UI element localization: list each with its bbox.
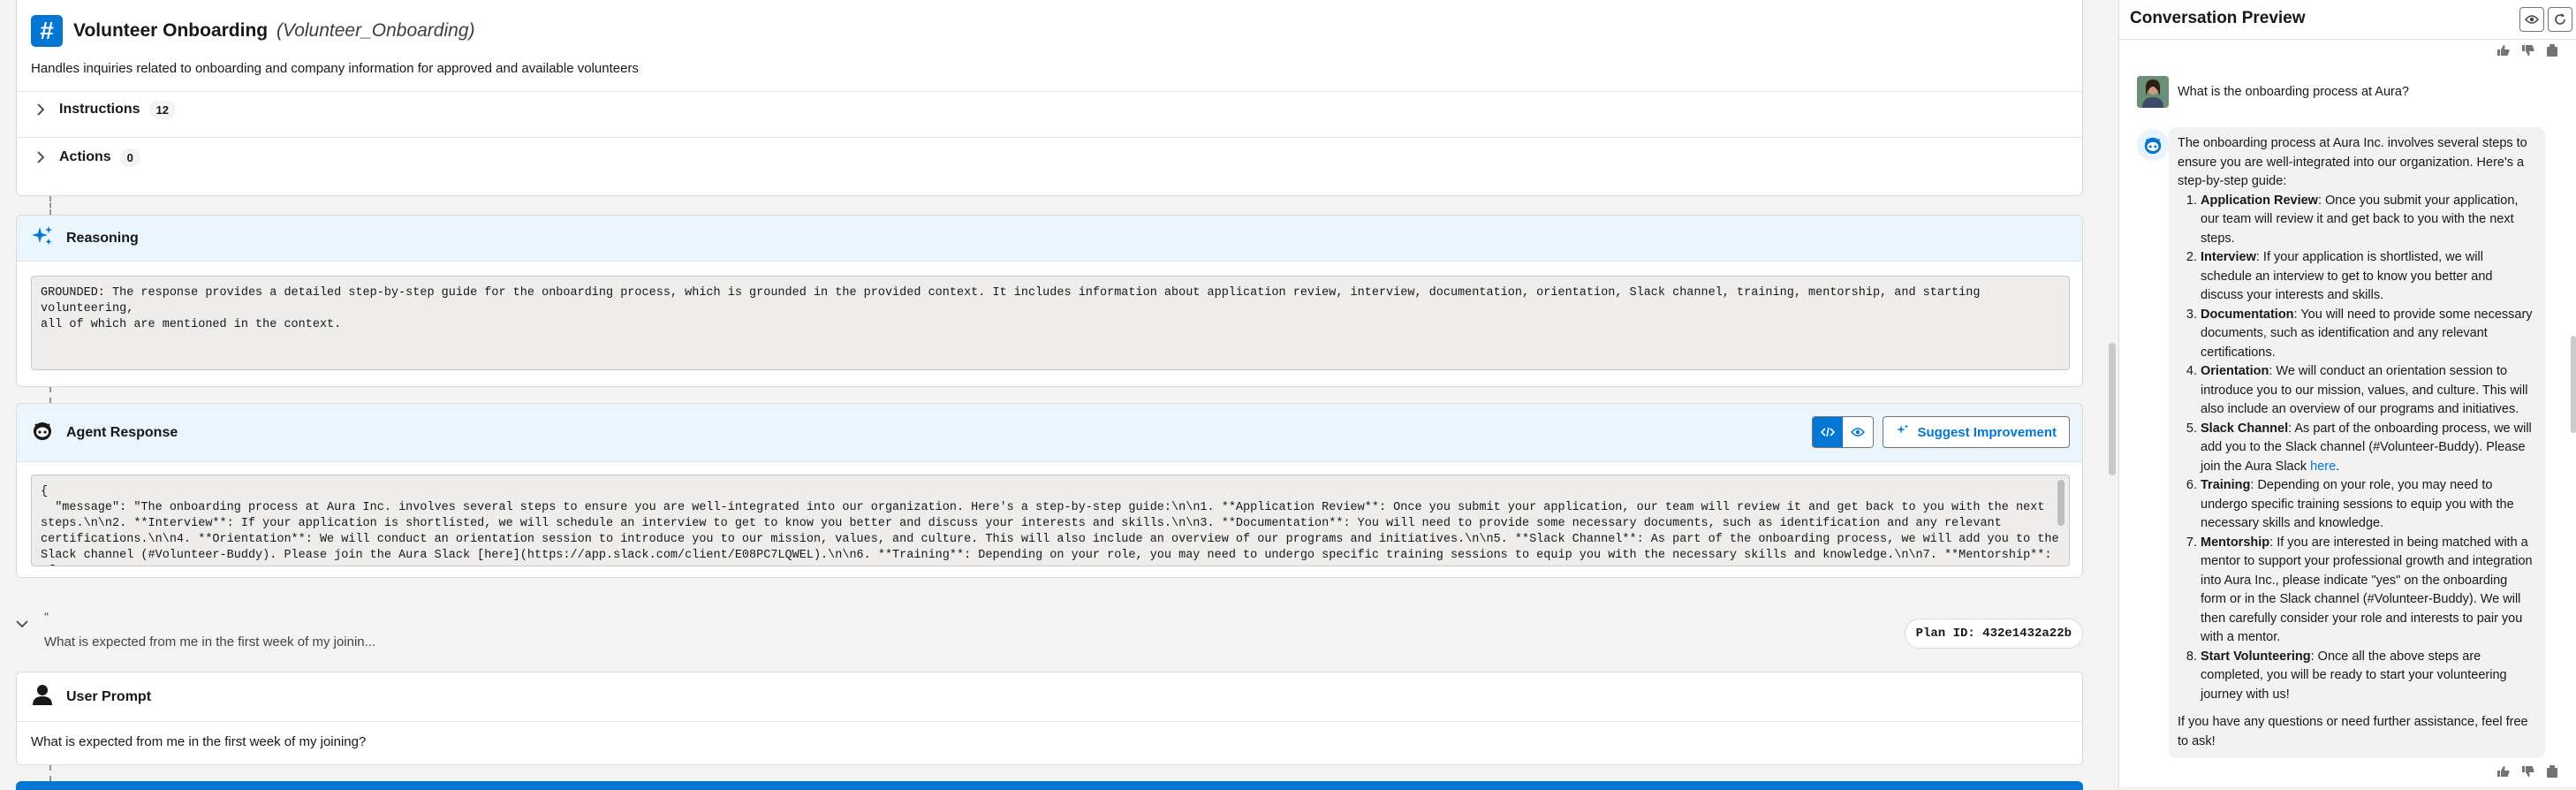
list-item: Interview: If your application is shortl… — [2201, 248, 2536, 306]
reasoning-title: Reasoning — [66, 230, 139, 246]
topic-name: Volunteer Onboarding — [73, 20, 269, 41]
agent-icon — [31, 419, 54, 446]
thumbs-down-icon[interactable] — [2521, 44, 2535, 60]
page-scroll-thumb[interactable] — [2109, 343, 2116, 475]
topic-detail-column: # Volunteer Onboarding (Volunteer_Onboar… — [0, 0, 2102, 790]
slack-link[interactable]: here — [2310, 460, 2336, 474]
flow-connector — [49, 387, 51, 403]
divider — [17, 91, 2082, 92]
agent-response-card: Agent Response Suggest Improvement {"me… — [16, 403, 2083, 578]
actions-count-badge: 0 — [119, 148, 140, 167]
textarea-scrollbar[interactable] — [2057, 480, 2065, 526]
list-item: Orientation: We will conduct an orientat… — [2201, 362, 2536, 420]
agent-response-header: Agent Response Suggest Improvement — [17, 404, 2082, 462]
flow-connector — [49, 765, 51, 781]
bot-message-bubble: The onboarding process at Aura Inc. invo… — [2169, 127, 2545, 758]
user-message: What is the onboarding process at Aura? — [2137, 76, 2570, 120]
panel-header: Conversation Preview — [2119, 0, 2576, 40]
bot-intro: The onboarding process at Aura Inc. invo… — [2178, 136, 2527, 188]
response-actions: Suggest Improvement — [1812, 416, 2070, 448]
panel-header-buttons — [2519, 7, 2572, 32]
topic-description: Handles inquiries related to onboarding … — [31, 61, 639, 76]
agent-icon — [2137, 129, 2169, 161]
refresh-icon[interactable] — [2548, 7, 2572, 32]
panel-scrollbar[interactable] — [2571, 336, 2576, 433]
copy-icon[interactable] — [2546, 44, 2558, 60]
chevron-down-icon[interactable] — [16, 617, 28, 632]
instructions-toggle[interactable]: Instructions 12 — [31, 100, 177, 119]
copy-icon[interactable] — [2546, 765, 2558, 781]
plan-id-badge: Plan ID: 432e1432a22b — [1904, 619, 2083, 649]
onboarding-steps-list: Application Review: Once you submit your… — [2178, 192, 2536, 705]
user-message-text: What is the onboarding process at Aura? — [2178, 85, 2409, 99]
list-item: Application Review: Once you submit your… — [2201, 192, 2536, 249]
reasoning-textarea[interactable]: GROUNDED: The response provides a detail… — [31, 276, 2070, 370]
list-item: Training: Depending on your role, you ma… — [2201, 476, 2536, 534]
list-item: Slack Channel: As part of the onboarding… — [2201, 420, 2536, 477]
user-icon — [31, 683, 54, 710]
user-prompt-card: User Prompt What is expected from me in … — [16, 672, 2083, 765]
page-scrollbar[interactable] — [2106, 0, 2118, 787]
hash-icon: # — [31, 15, 63, 47]
agent-response-textarea[interactable]: { "message": "The onboarding process at … — [31, 475, 2070, 566]
list-item: Mentorship: If you are interested in bei… — [2201, 534, 2536, 648]
suggest-improvement-button[interactable]: Suggest Improvement — [1883, 416, 2070, 448]
conversation-preview-panel: Conversation Preview What is the onboard… — [2118, 0, 2576, 787]
topic-card: # Volunteer Onboarding (Volunteer_Onboar… — [16, 0, 2083, 196]
code-view-button[interactable] — [1813, 417, 1844, 447]
reasoning-header: Reasoning — [17, 216, 2082, 262]
divider — [17, 137, 2082, 138]
agent-response-title: Agent Response — [66, 424, 178, 440]
flow-connector — [49, 196, 51, 215]
view-toggle — [1812, 416, 1875, 448]
user-prompt-title: User Prompt — [66, 688, 152, 704]
feedback-row — [2496, 44, 2558, 60]
sparkle-icon — [31, 224, 54, 252]
instructions-label: Instructions — [59, 102, 140, 117]
topic-title: Volunteer Onboarding (Volunteer_Onboardi… — [73, 20, 475, 42]
avatar — [2137, 76, 2169, 108]
list-item: Documentation: You will need to provide … — [2201, 306, 2536, 363]
plan-row: " What is expected from me in the first … — [16, 610, 2083, 663]
thumbs-down-icon[interactable] — [2521, 765, 2535, 781]
actions-toggle[interactable]: Actions 0 — [31, 148, 140, 167]
user-prompt-header: User Prompt — [17, 672, 2082, 722]
feedback-row — [2496, 765, 2558, 781]
instructions-count-badge: 12 — [148, 100, 177, 119]
thumbs-up-icon[interactable] — [2496, 44, 2511, 60]
thumbs-up-icon[interactable] — [2496, 765, 2511, 781]
next-step-card — [16, 781, 2083, 790]
plan-summary: What is expected from me in the first we… — [44, 634, 376, 649]
actions-label: Actions — [59, 149, 111, 164]
topic-api-name: (Volunteer_Onboarding) — [276, 20, 475, 41]
reasoning-card: Reasoning GROUNDED: The response provide… — [16, 215, 2083, 387]
sparkle-icon — [1896, 423, 1910, 441]
suggest-improvement-label: Suggest Improvement — [1917, 424, 2057, 440]
plan-quote: " — [44, 610, 49, 624]
user-prompt-text: What is expected from me in the first we… — [31, 734, 367, 749]
preview-view-button[interactable] — [1843, 417, 1874, 447]
panel-title: Conversation Preview — [2130, 9, 2306, 27]
bot-outro: If you have any questions or need furthe… — [2178, 715, 2528, 748]
list-item: Start Volunteering: Once all the above s… — [2201, 648, 2536, 705]
chevron-right-icon — [31, 100, 50, 119]
eye-icon[interactable] — [2519, 7, 2544, 32]
chevron-right-icon — [31, 148, 50, 167]
